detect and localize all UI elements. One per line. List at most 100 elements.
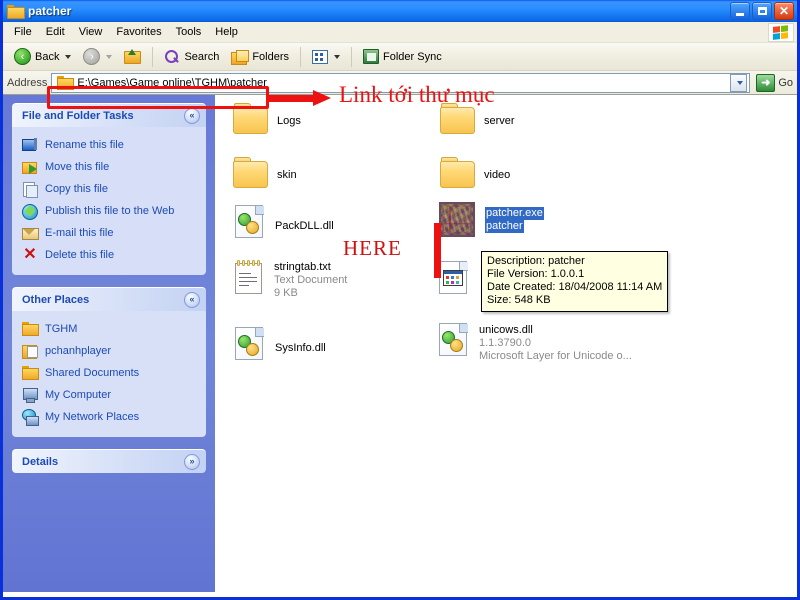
file-name: unicows.dll — [479, 324, 533, 336]
panel-header[interactable]: Details » — [12, 449, 206, 473]
publish-web-icon — [22, 203, 38, 220]
toolbar-separator — [300, 46, 302, 67]
chevron-down-icon[interactable]: » — [184, 453, 200, 470]
sidebar-item-label: My Network Places — [45, 411, 140, 423]
copy-icon — [22, 181, 38, 198]
back-button[interactable]: ‹ Back — [9, 46, 76, 67]
folder-icon — [233, 103, 268, 134]
sidebar-item-my-computer[interactable]: My Computer — [22, 384, 198, 406]
menu-file[interactable]: File — [7, 24, 39, 40]
search-label: Search — [184, 50, 220, 63]
sidebar-item-publish-this-file-to-the-web[interactable]: Publish this file to the Web — [22, 200, 198, 222]
sidebar-item-copy-this-file[interactable]: Copy this file — [22, 178, 198, 200]
list-item[interactable] — [439, 261, 469, 295]
file-name: SysInfo.dll — [275, 342, 326, 354]
file-name: patcher.exe — [485, 207, 544, 220]
network-places-icon — [22, 409, 39, 426]
file-name: server — [484, 115, 515, 127]
address-label: Address — [7, 76, 48, 89]
sidebar-item-shared-documents[interactable]: Shared Documents — [22, 362, 198, 384]
list-item[interactable]: Logs — [233, 103, 301, 134]
menu-help[interactable]: Help — [208, 24, 245, 40]
dll-icon — [235, 205, 265, 239]
search-button[interactable]: Search — [159, 47, 224, 67]
patcher-app-icon — [439, 202, 475, 237]
sidebar-item-tghm[interactable]: TGHM — [22, 318, 198, 340]
address-dropdown-button[interactable] — [730, 73, 748, 92]
sidebar-item-label: Rename this file — [45, 139, 124, 151]
menu-edit[interactable]: Edit — [39, 24, 72, 40]
text-document-icon — [235, 260, 264, 294]
sidebar-item-email-this-file[interactable]: E-mail this file — [22, 222, 198, 244]
forward-button[interactable]: › — [78, 46, 117, 67]
folder-sync-icon — [363, 49, 380, 64]
list-item[interactable]: unicows.dll 1.1.3790.0 Microsoft Layer f… — [439, 323, 632, 363]
go-label: Go — [778, 76, 793, 89]
file-list[interactable]: Logs server skin video PackDLL.dll patch… — [215, 95, 797, 592]
panel-other-places: Other Places « TGHM pchanhplayer Shared … — [12, 287, 206, 437]
list-item[interactable]: video — [440, 157, 510, 188]
list-item[interactable]: SysInfo.dll — [235, 327, 326, 361]
close-button[interactable]: ✕ — [774, 2, 794, 20]
menu-view[interactable]: View — [72, 24, 110, 40]
sidebar-item-label: My Computer — [45, 389, 112, 401]
sidebar-item-label: TGHM — [45, 323, 78, 335]
up-button[interactable] — [119, 47, 146, 66]
tooltip-line-size: Size: 548 KB — [487, 294, 551, 306]
my-computer-icon — [22, 387, 38, 403]
folders-button[interactable]: Folders — [226, 48, 294, 66]
annotation-here-note: HERE — [343, 236, 402, 260]
window-controls: ✕ — [730, 2, 794, 20]
views-button[interactable] — [307, 48, 345, 66]
chevron-down-icon[interactable] — [106, 54, 113, 59]
folder-sync-button[interactable]: Folder Sync — [358, 47, 447, 66]
user-folder-icon — [22, 343, 38, 359]
panel-header[interactable]: Other Places « — [12, 287, 206, 311]
sidebar-item-pchanhplayer[interactable]: pchanhplayer — [22, 340, 198, 362]
go-button[interactable]: ➜ Go — [756, 73, 793, 92]
dll-icon — [235, 327, 265, 361]
annotation-arrow-icon — [269, 90, 335, 106]
minimize-button[interactable] — [730, 2, 750, 20]
panel-title: Details — [22, 455, 59, 468]
list-item[interactable]: patcher.exe patcher — [439, 202, 544, 237]
up-folder-icon — [124, 49, 142, 64]
folder-sync-label: Folder Sync — [383, 50, 442, 63]
sidebar-item-rename-this-file[interactable]: Rename this file — [22, 134, 198, 156]
folders-label: Folders — [252, 50, 290, 63]
task-pane: File and Folder Tasks « Rename this file… — [3, 95, 215, 592]
panel-body: TGHM pchanhplayer Shared Documents My Co… — [12, 311, 206, 437]
chevron-down-icon[interactable] — [65, 54, 72, 59]
chevron-up-icon[interactable]: « — [184, 291, 200, 308]
folder-icon — [7, 4, 23, 18]
sidebar-item-delete-this-file[interactable]: ✕ Delete this file — [22, 244, 198, 266]
tooltip-line-file-version: File Version: 1.0.0.1 — [487, 268, 585, 280]
dll-icon — [439, 323, 469, 357]
list-item[interactable]: stringtab.txt Text Document 9 KB — [235, 260, 347, 300]
email-icon — [22, 225, 39, 241]
menu-bar: File Edit View Favorites Tools Help — [3, 22, 797, 43]
panel-header[interactable]: File and Folder Tasks « — [12, 103, 206, 127]
back-label: Back — [35, 50, 60, 63]
folder-icon — [440, 157, 475, 188]
sidebar-item-my-network-places[interactable]: My Network Places — [22, 406, 198, 428]
sidebar-item-move-this-file[interactable]: Move this file — [22, 156, 198, 178]
explorer-window: patcher ✕ File Edit View Favorites Tools… — [0, 0, 800, 600]
chevron-up-icon[interactable]: « — [184, 107, 200, 124]
maximize-button[interactable] — [752, 2, 772, 20]
file-description: patcher — [485, 220, 524, 233]
sidebar-item-label: Publish this file to the Web — [45, 205, 175, 217]
menu-favorites[interactable]: Favorites — [109, 24, 168, 40]
address-value: E:\Games\Game online\TGHM\patcher — [77, 76, 267, 89]
annotation-vertical-bar — [434, 223, 441, 278]
window-title: patcher — [28, 4, 72, 18]
list-item[interactable]: skin — [233, 157, 297, 188]
chevron-down-icon[interactable] — [334, 54, 341, 59]
windows-flag-icon — [768, 23, 794, 42]
sidebar-item-label: E-mail this file — [45, 227, 114, 239]
file-name: stringtab.txt — [274, 261, 331, 273]
folder-icon — [22, 321, 39, 337]
menu-tools[interactable]: Tools — [169, 24, 209, 40]
folders-icon — [231, 49, 250, 65]
list-item[interactable]: PackDLL.dll — [235, 205, 334, 239]
